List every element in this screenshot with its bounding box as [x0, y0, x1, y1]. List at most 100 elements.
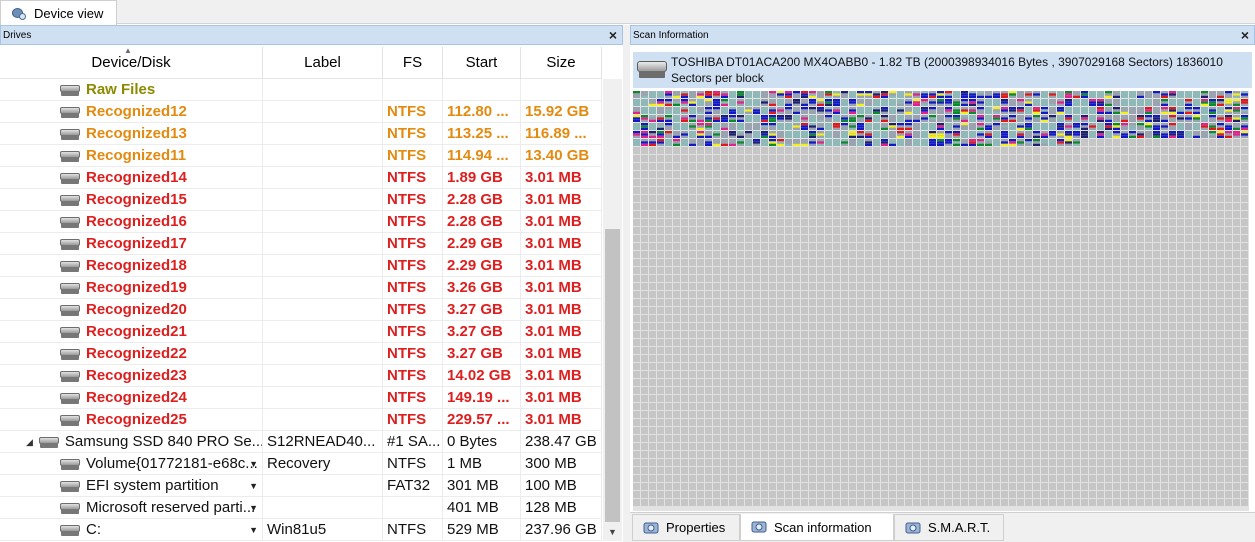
drive-label — [263, 255, 383, 277]
drive-size: 3.01 MB — [521, 343, 602, 365]
drive-row[interactable]: Recognized12 NTFS 112.80 ... 15.92 GB — [0, 101, 602, 123]
drive-fs: NTFS — [383, 409, 443, 431]
scrollbar-thumb[interactable] — [605, 229, 620, 522]
drive-row[interactable]: Recognized14 NTFS 1.89 GB 3.01 MB — [0, 167, 602, 189]
scan-panel-bottom-tabs: Properties Scan information S.M.A.R.T. — [630, 512, 1255, 542]
column-header-device-disk[interactable]: ▲ Device/Disk — [0, 47, 263, 79]
smart-icon — [905, 521, 921, 535]
drive-name: Recognized17 — [86, 235, 187, 252]
properties-icon — [643, 521, 659, 535]
drive-row[interactable]: EFI system partition ▼ FAT32 301 MB 100 MB — [0, 475, 602, 497]
drive-row[interactable]: Volume{01772181-e68c... ▼ Recovery NTFS 1 MB… — [0, 453, 602, 475]
drive-fs — [383, 79, 443, 101]
drive-label — [263, 123, 383, 145]
drive-name: Recognized11 — [86, 147, 187, 164]
drive-name: C: — [86, 521, 101, 538]
drive-row[interactable]: Recognized19 NTFS 3.26 GB 3.01 MB — [0, 277, 602, 299]
drive-row[interactable]: Recognized16 NTFS 2.28 GB 3.01 MB — [0, 211, 602, 233]
tab-scan-information[interactable]: Scan information — [740, 514, 894, 541]
drive-icon — [60, 260, 80, 272]
drive-label — [263, 343, 383, 365]
drive-icon — [60, 84, 80, 96]
drive-size: 3.01 MB — [521, 167, 602, 189]
drives-vertical-scrollbar[interactable]: ▼ — [603, 79, 622, 541]
drive-name: Recognized21 — [86, 323, 187, 340]
column-header-size[interactable]: Size — [521, 47, 602, 79]
drive-size: 3.01 MB — [521, 321, 602, 343]
scan-panel-header: Scan Information × — [630, 25, 1255, 45]
drive-icon — [60, 524, 80, 536]
scroll-down-arrow-icon[interactable]: ▼ — [603, 523, 622, 541]
drive-fs: NTFS — [383, 123, 443, 145]
drive-row[interactable]: ◢ Samsung SSD 840 PRO Se... S12RNEAD40... #… — [0, 431, 602, 453]
drive-icon — [60, 282, 80, 294]
drive-start: 529 MB — [443, 519, 521, 541]
drive-icon — [38, 436, 59, 448]
document-tab-bar: Device view — [0, 0, 1255, 25]
drive-fs: NTFS — [383, 211, 443, 233]
tab-properties[interactable]: Properties — [632, 514, 740, 541]
drive-icon — [60, 414, 80, 426]
drive-icon — [60, 150, 80, 162]
drive-row[interactable]: Recognized22 NTFS 3.27 GB 3.01 MB — [0, 343, 602, 365]
drive-name: Recognized23 — [86, 367, 187, 384]
drive-fs: NTFS — [383, 145, 443, 167]
dropdown-arrow-icon[interactable]: ▼ — [249, 519, 258, 541]
dropdown-arrow-icon[interactable]: ▼ — [249, 497, 258, 519]
drive-size: 13.40 GB — [521, 145, 602, 167]
column-header-label[interactable]: Label — [263, 47, 383, 79]
drive-label — [263, 321, 383, 343]
drive-icon — [60, 480, 80, 492]
drive-row[interactable]: Microsoft reserved parti... ▼ 401 MB 128 MB — [0, 497, 602, 519]
drive-row[interactable]: Recognized24 NTFS 149.19 ... 3.01 MB — [0, 387, 602, 409]
drive-row[interactable]: Recognized13 NTFS 113.25 ... 116.89 ... — [0, 123, 602, 145]
panel-splitter[interactable] — [623, 25, 630, 542]
drive-size: 3.01 MB — [521, 277, 602, 299]
scanned-disk-info: TOSHIBA DT01ACA200 MX4OABB0 - 1.82 TB (2… — [633, 52, 1252, 88]
bottom-tab-label: S.M.A.R.T. — [928, 520, 991, 535]
drive-label — [263, 365, 383, 387]
bottom-tab-label: Properties — [666, 520, 726, 535]
dropdown-arrow-icon[interactable]: ▼ — [249, 453, 258, 475]
drive-start: 114.94 ... — [443, 145, 521, 167]
drive-row[interactable]: Recognized17 NTFS 2.29 GB 3.01 MB — [0, 233, 602, 255]
drive-label — [263, 167, 383, 189]
drive-name: Recognized25 — [86, 411, 187, 428]
tab-s-m-a-r-t[interactable]: S.M.A.R.T. — [894, 514, 1004, 541]
drives-panel: Drives × ▲ Device/Disk Label FS Start Si… — [0, 25, 623, 542]
drive-row[interactable]: Recognized25 NTFS 229.57 ... 3.01 MB — [0, 409, 602, 431]
drive-row[interactable]: Recognized11 NTFS 114.94 ... 13.40 GB — [0, 145, 602, 167]
drive-row[interactable]: Recognized20 NTFS 3.27 GB 3.01 MB — [0, 299, 602, 321]
drive-name: Recognized16 — [86, 213, 187, 230]
drive-start: 401 MB — [443, 497, 521, 519]
scan-panel-close-icon[interactable]: × — [1241, 27, 1249, 43]
drive-icon — [60, 502, 80, 514]
drive-name: Recognized24 — [86, 389, 187, 406]
drives-panel-title: Drives — [3, 29, 32, 41]
drive-row[interactable]: Recognized23 NTFS 14.02 GB 3.01 MB — [0, 365, 602, 387]
drive-label — [263, 145, 383, 167]
drive-name: Volume{01772181-e68c... — [86, 455, 258, 472]
drive-label — [263, 475, 383, 497]
column-header-start[interactable]: Start — [443, 47, 521, 79]
drive-fs: NTFS — [383, 233, 443, 255]
column-header-fs[interactable]: FS — [383, 47, 443, 79]
drive-label — [263, 409, 383, 431]
drive-label — [263, 277, 383, 299]
collapse-arrow-icon[interactable]: ◢ — [26, 431, 33, 453]
drive-fs: NTFS — [383, 343, 443, 365]
drive-row[interactable]: C: ▼ Win81u5 NTFS 529 MB 237.96 GB — [0, 519, 602, 541]
bottom-tab-label: Scan information — [774, 519, 872, 535]
drive-row[interactable]: Raw Files — [0, 79, 602, 101]
drive-row[interactable]: Recognized15 NTFS 2.28 GB 3.01 MB — [0, 189, 602, 211]
drive-label: Win81u5 — [263, 519, 383, 541]
drive-row[interactable]: Recognized21 NTFS 3.27 GB 3.01 MB — [0, 321, 602, 343]
drive-fs: NTFS — [383, 453, 443, 475]
drive-icon — [60, 370, 80, 382]
drive-icon — [60, 348, 80, 360]
tab-device-view[interactable]: Device view — [0, 0, 117, 25]
drive-row[interactable]: Recognized18 NTFS 2.29 GB 3.01 MB — [0, 255, 602, 277]
dropdown-arrow-icon[interactable]: ▼ — [249, 475, 258, 497]
drive-start: 2.29 GB — [443, 255, 521, 277]
drives-panel-close-icon[interactable]: × — [609, 27, 617, 43]
